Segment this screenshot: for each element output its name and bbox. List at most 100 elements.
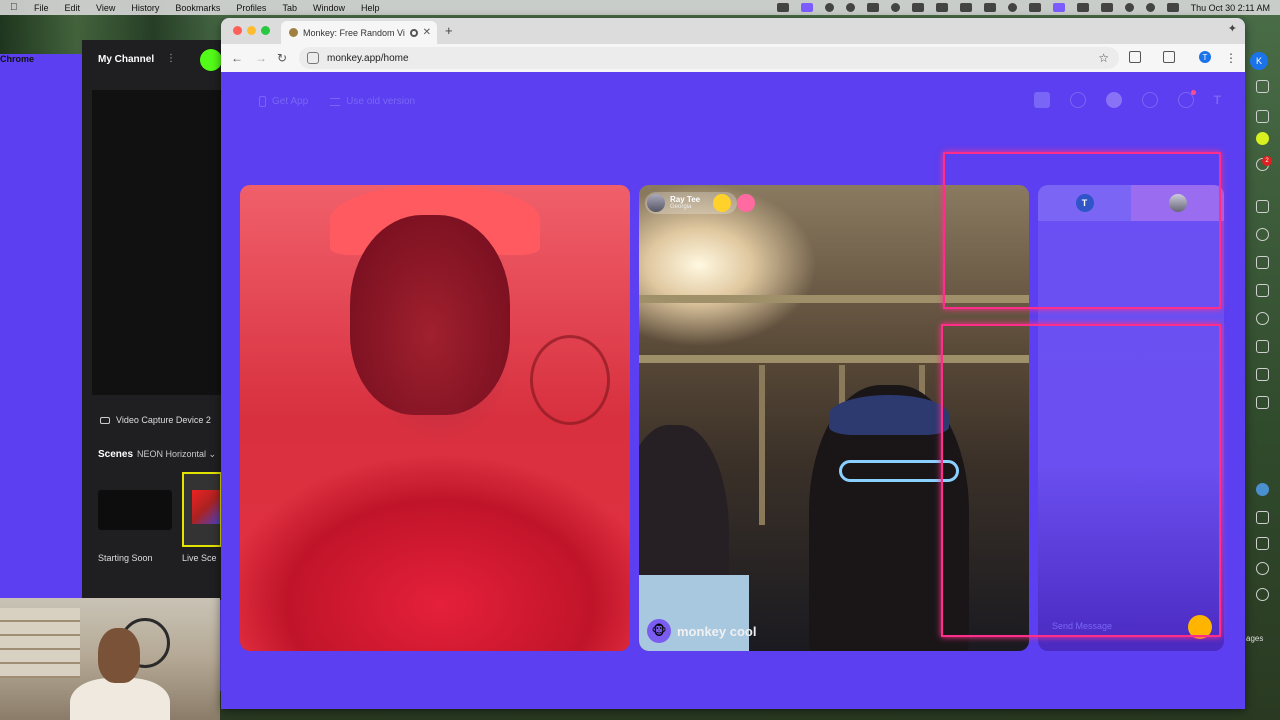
side-panel-icon[interactable] bbox=[1163, 51, 1175, 63]
apple-icon[interactable]:  bbox=[10, 2, 22, 13]
gift-badge-icon[interactable] bbox=[737, 194, 755, 212]
kick-logo-icon bbox=[200, 49, 222, 71]
menu-window[interactable]: Window bbox=[313, 3, 345, 13]
minimize-window-button[interactable] bbox=[247, 26, 256, 35]
status-icon[interactable] bbox=[935, 3, 948, 12]
trash-icon[interactable] bbox=[1256, 396, 1269, 409]
profile-initial-button[interactable]: T bbox=[1214, 93, 1221, 107]
menu-profiles[interactable]: Profiles bbox=[236, 3, 266, 13]
browser-tab[interactable]: Monkey: Free Random Vid ✕ bbox=[281, 21, 437, 44]
heart-icon[interactable] bbox=[1256, 312, 1269, 325]
menu-file[interactable]: File bbox=[34, 3, 49, 13]
status-icon[interactable] bbox=[776, 3, 789, 12]
camera-icon bbox=[100, 416, 110, 424]
extensions-icon[interactable] bbox=[1129, 51, 1141, 63]
gear-icon[interactable] bbox=[1256, 588, 1269, 601]
status-icon[interactable] bbox=[845, 3, 855, 12]
chat-app-icon[interactable] bbox=[1256, 132, 1269, 145]
volume-icon[interactable] bbox=[911, 3, 924, 12]
chevron-down-icon: ⌄ bbox=[208, 449, 217, 459]
browser-toolbar: ← → ↻ monkey.app/home ☆ T ⋮ bbox=[221, 44, 1245, 72]
source-item[interactable]: Video Capture Device 2 bbox=[100, 415, 211, 425]
webcam-person-body bbox=[70, 678, 170, 720]
scene-thumbnail-active[interactable] bbox=[182, 472, 222, 547]
extension-icon[interactable] bbox=[1256, 511, 1269, 524]
menu-help[interactable]: Help bbox=[361, 3, 380, 13]
scene-collection-value: NEON Horizontal bbox=[137, 449, 207, 459]
scene-label: Live Sce bbox=[182, 553, 217, 563]
heart-badge-icon[interactable] bbox=[713, 194, 732, 212]
tab-search-icon[interactable]: ✦ bbox=[1228, 22, 1237, 35]
scenes-label: Scenes bbox=[98, 449, 134, 460]
highlight-frame bbox=[941, 324, 1221, 637]
browser-window: Monkey: Free Random Vid ✕ + ✦ ← → ↻ monk… bbox=[221, 18, 1245, 709]
copy-icon[interactable] bbox=[1256, 256, 1269, 269]
status-icon[interactable] bbox=[890, 3, 900, 12]
camera-icon[interactable] bbox=[1256, 200, 1269, 213]
settings-icon[interactable] bbox=[1256, 228, 1269, 241]
menu-view[interactable]: View bbox=[96, 3, 115, 13]
reload-button[interactable]: ↻ bbox=[277, 51, 287, 65]
display-icon[interactable] bbox=[983, 3, 996, 12]
partner-info-chip[interactable]: Ray Tee Georgia bbox=[645, 192, 738, 214]
store-icon[interactable] bbox=[1033, 92, 1050, 108]
browser-menu-icon[interactable]: ⋮ bbox=[1225, 51, 1237, 65]
link-icon[interactable] bbox=[1256, 340, 1269, 353]
status-icon[interactable] bbox=[866, 3, 879, 12]
right-dock bbox=[1245, 40, 1280, 720]
messages-icon[interactable] bbox=[1177, 90, 1196, 108]
webcam-person bbox=[98, 628, 140, 683]
webcam-overlay bbox=[0, 598, 220, 720]
screen-record-icon[interactable] bbox=[800, 3, 813, 12]
search-icon[interactable] bbox=[1145, 3, 1155, 12]
video-background-object bbox=[530, 335, 610, 425]
control-center-icon[interactable] bbox=[1166, 3, 1179, 12]
status-icon[interactable] bbox=[959, 3, 972, 12]
music-icon[interactable] bbox=[1256, 368, 1269, 381]
back-button[interactable]: ← bbox=[231, 51, 243, 65]
sidebar-icon[interactable] bbox=[1256, 110, 1269, 123]
maximize-window-button[interactable] bbox=[261, 26, 270, 35]
use-old-version-button[interactable]: Use old version bbox=[330, 96, 415, 107]
friends-icon[interactable] bbox=[1105, 92, 1122, 108]
sidebar-icon[interactable] bbox=[1256, 80, 1269, 93]
new-tab-button[interactable]: + bbox=[445, 23, 453, 38]
status-icon[interactable] bbox=[824, 3, 834, 12]
menu-edit[interactable]: Edit bbox=[65, 3, 81, 13]
menu-history[interactable]: History bbox=[131, 3, 159, 13]
address-bar[interactable]: monkey.app/home ☆ bbox=[299, 47, 1119, 69]
close-tab-icon[interactable]: ✕ bbox=[423, 27, 431, 38]
url-text: monkey.app/home bbox=[327, 52, 409, 64]
watermark-text: monkey cool bbox=[677, 623, 757, 639]
profile-avatar[interactable]: K bbox=[1250, 52, 1268, 70]
plus-icon[interactable] bbox=[1256, 483, 1269, 496]
menu-bar:  Chrome File Edit View History Bookmark… bbox=[0, 0, 1280, 691]
battery-icon[interactable] bbox=[1100, 3, 1113, 12]
airplay-icon[interactable] bbox=[1007, 3, 1017, 12]
external-link-icon[interactable] bbox=[1256, 537, 1269, 550]
battery-icon[interactable] bbox=[1076, 3, 1089, 12]
site-info-icon[interactable] bbox=[307, 52, 319, 64]
screen-mirror-icon[interactable] bbox=[1052, 3, 1065, 12]
edit-icon[interactable] bbox=[1256, 284, 1269, 297]
help-icon[interactable] bbox=[1256, 562, 1269, 575]
monkey-app: Get App Use old version T Ray Tee Georgi… bbox=[221, 72, 1245, 709]
wifi-icon[interactable] bbox=[1124, 3, 1134, 12]
profile-avatar[interactable]: T bbox=[1199, 51, 1211, 63]
webcam-background bbox=[0, 608, 80, 678]
menu-tab[interactable]: Tab bbox=[282, 3, 297, 13]
scene-thumbnail[interactable] bbox=[98, 490, 172, 530]
bluetooth-icon[interactable] bbox=[1028, 3, 1041, 12]
scene-collection-select[interactable]: NEON Horizontal ⌄ bbox=[137, 449, 216, 460]
notification-count-badge: 2 bbox=[1262, 156, 1272, 166]
get-app-button[interactable]: Get App bbox=[259, 96, 308, 107]
close-window-button[interactable] bbox=[233, 26, 242, 35]
search-icon[interactable] bbox=[1069, 92, 1086, 108]
more-options-icon[interactable]: ⋮ bbox=[166, 53, 176, 64]
menubar-clock[interactable]: Thu Oct 30 2:11 AM bbox=[1191, 3, 1270, 13]
history-icon[interactable] bbox=[1141, 92, 1158, 108]
menu-bookmarks[interactable]: Bookmarks bbox=[175, 3, 220, 13]
forward-button[interactable]: → bbox=[255, 51, 267, 65]
bookmark-star-icon[interactable]: ☆ bbox=[1098, 51, 1109, 65]
phone-icon bbox=[259, 96, 266, 107]
